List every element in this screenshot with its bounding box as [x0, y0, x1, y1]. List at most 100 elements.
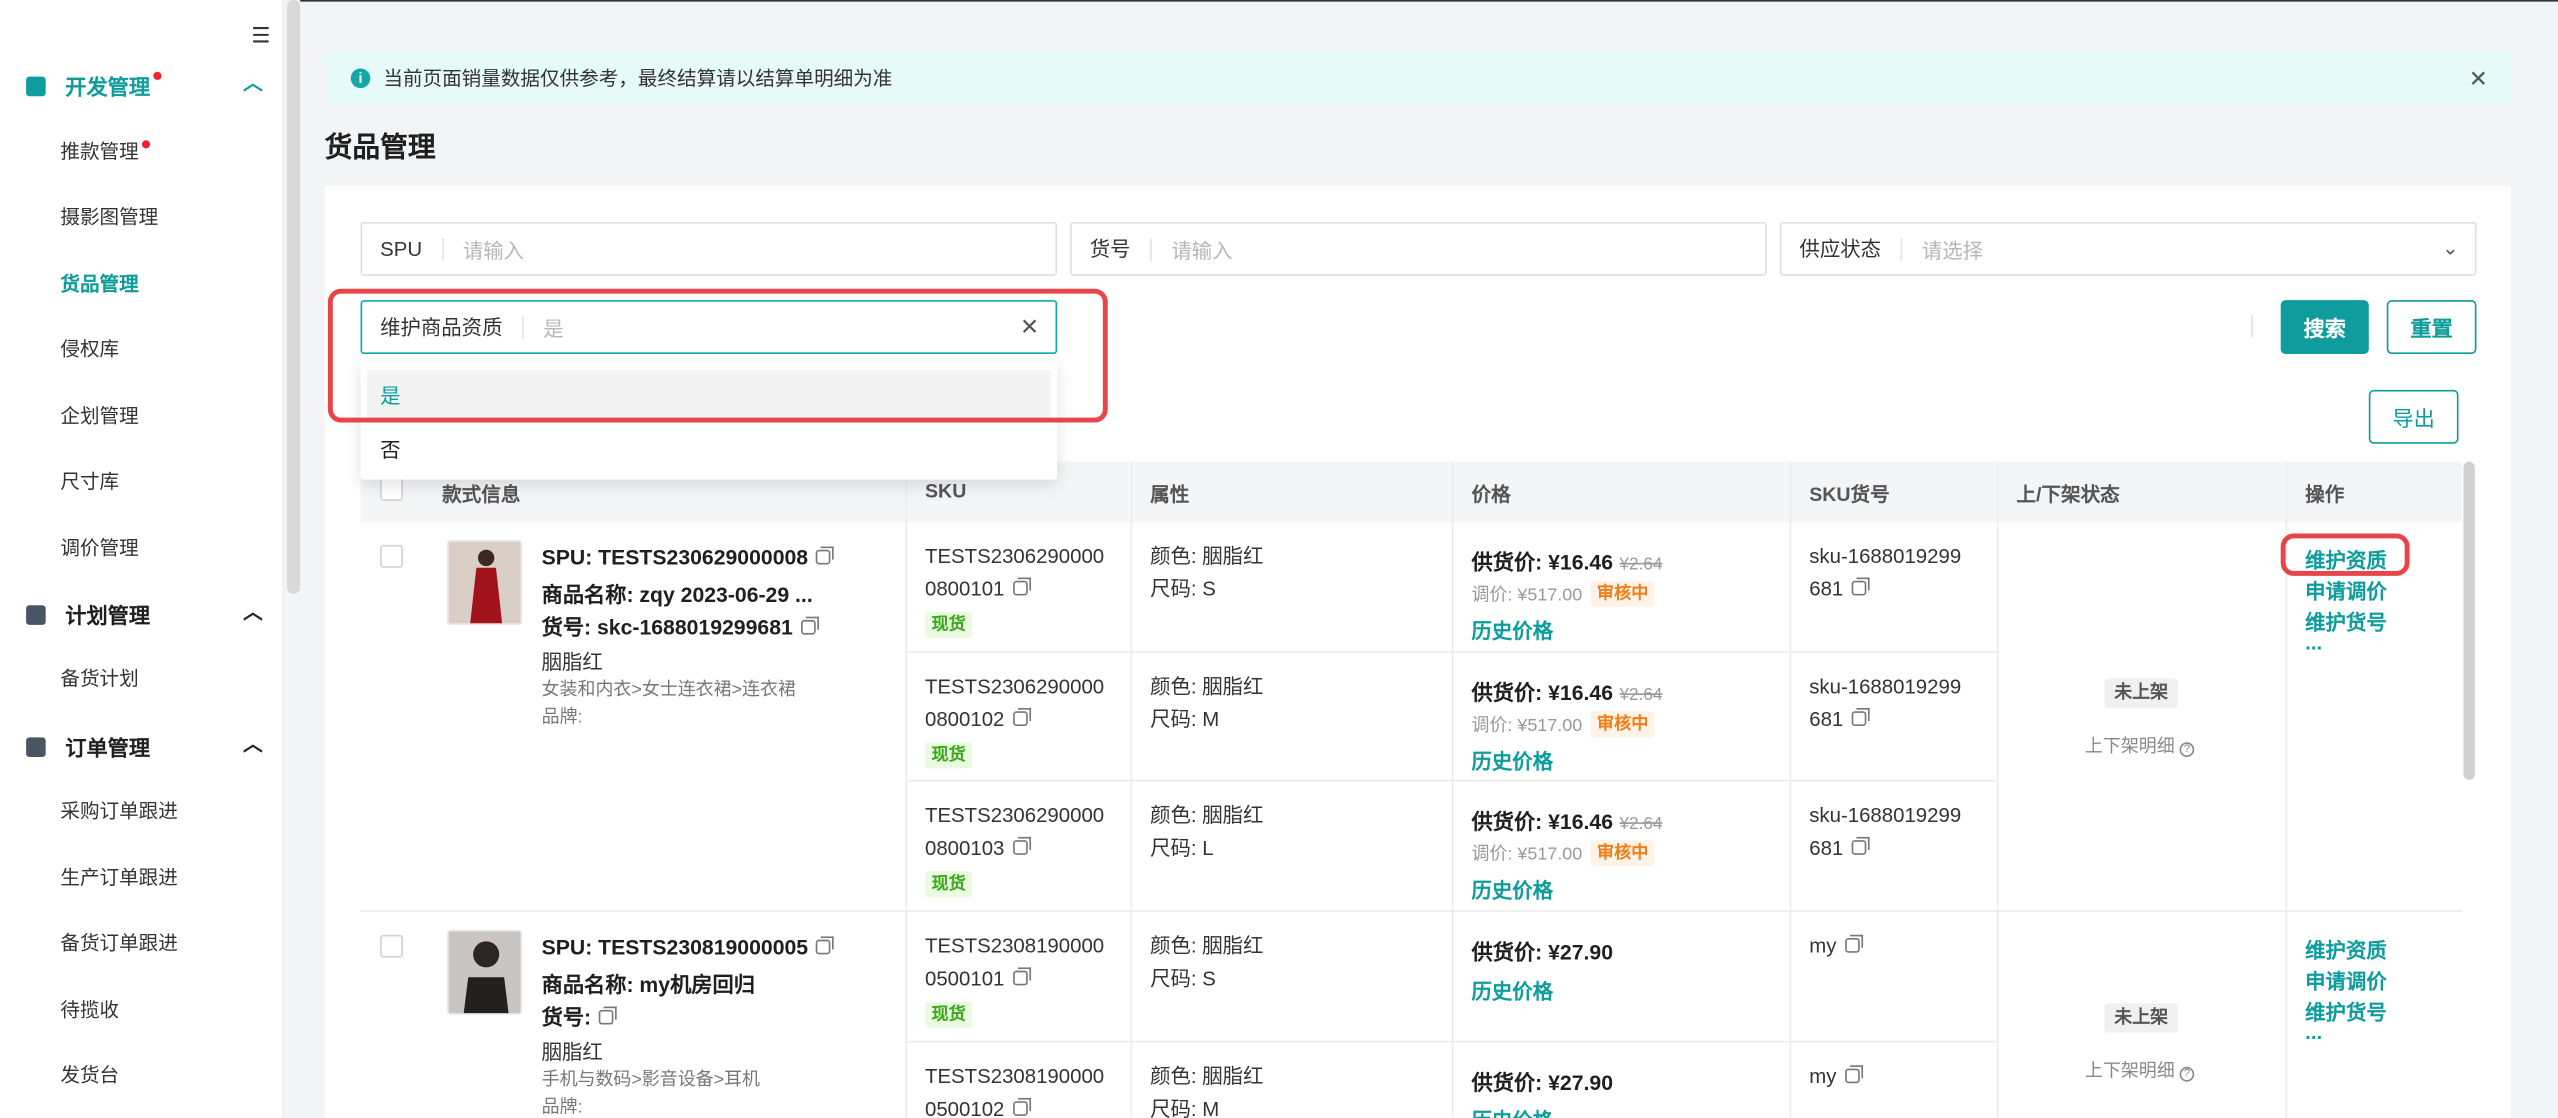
spu-code: SPU: TESTS230819000005 [542, 935, 835, 959]
attr-size: 尺码: S [1150, 967, 1216, 991]
sidebar-scrollbar[interactable] [287, 0, 301, 594]
reset-button[interactable]: 重置 [2386, 300, 2477, 355]
sidebar-group-dev[interactable]: 开发管理 ︿ [26, 70, 263, 101]
sku-number: my [1809, 930, 1863, 963]
sidebar-group-plan[interactable]: 计划管理 ︿ [26, 599, 263, 630]
copy-icon[interactable] [816, 546, 835, 565]
sku-code: TESTS2308190000 [925, 934, 1105, 958]
item-no-label: 货号 [1072, 237, 1152, 261]
copy-icon[interactable] [816, 936, 835, 955]
copy-icon[interactable] [1844, 934, 1863, 953]
product-category: 手机与数码>影音设备>耳机 [541, 1070, 761, 1090]
history-price-link[interactable]: 历史价格 [1472, 974, 1554, 1005]
row-divider [360, 910, 2462, 912]
sidebar-item-push[interactable]: 推款管理 [60, 137, 151, 165]
history-price-link[interactable]: 历史价格 [1472, 744, 1554, 775]
item-no-input[interactable]: 请输入 [1152, 233, 1232, 264]
sku-code-line2: 0800102 [925, 703, 1031, 736]
product-thumbnail[interactable] [447, 929, 523, 1015]
sidebar-group-label: 开发管理 [65, 75, 151, 100]
row-divider [905, 650, 1997, 653]
table-scrollbar[interactable] [2463, 461, 2475, 780]
review-badge: 审核中 [1590, 580, 1655, 607]
person-image [448, 931, 521, 1014]
col-divider [905, 461, 908, 1118]
copy-icon[interactable] [1012, 708, 1031, 726]
copy-icon[interactable] [1012, 577, 1031, 596]
spu-label: SPU [362, 237, 444, 261]
review-badge: 审核中 [1590, 711, 1655, 738]
divider [2251, 314, 2253, 338]
copy-icon[interactable] [1851, 577, 1870, 596]
sidebar-item-pickup[interactable]: 待揽收 [60, 995, 119, 1023]
chart-icon [26, 604, 46, 625]
collapse-menu-icon[interactable]: ☰ [251, 24, 274, 47]
copy-icon[interactable] [1851, 708, 1870, 726]
sidebar-item-goods[interactable]: 货品管理 [60, 269, 138, 297]
history-price-link[interactable]: 历史价格 [1472, 873, 1554, 904]
row-checkbox[interactable] [380, 544, 403, 568]
spu-field[interactable]: SPU 请输入 [360, 221, 1058, 276]
sku-number: sku-1688019299 [1809, 804, 1962, 828]
sidebar-item-planning[interactable]: 企划管理 [60, 401, 138, 429]
th-style-info: 款式信息 [442, 482, 521, 506]
sku-code: TESTS2308190000 [925, 1065, 1105, 1089]
th-sku: SKU [925, 479, 967, 503]
sidebar-item-shipping[interactable]: 发货台 [60, 1060, 119, 1088]
status-badge: 未上架 [2104, 1003, 2178, 1033]
spu-input[interactable]: 请输入 [443, 233, 524, 264]
sidebar-item-infringement[interactable]: 侵权库 [60, 334, 119, 362]
history-price-link[interactable]: 历史价格 [1472, 1103, 1554, 1118]
adjust-price: 调价: ¥517.00 审核中 [1472, 580, 1655, 607]
row-checkbox[interactable] [380, 934, 403, 958]
product-thumbnail[interactable] [447, 539, 523, 625]
item-number: 货号: [542, 1000, 618, 1031]
close-icon[interactable]: ✕ [2469, 65, 2488, 93]
supply-price: 供货价: ¥16.46 ¥2.64 [1471, 549, 1663, 575]
attr-size: 尺码: L [1150, 836, 1214, 860]
sidebar-item-stock-plan[interactable]: 备货计划 [60, 664, 138, 692]
apply-price-adjust-link[interactable]: 申请调价 [2305, 574, 2387, 605]
copy-icon[interactable] [599, 1006, 618, 1025]
adjust-price: 调价: ¥517.00 审核中 [1472, 840, 1655, 867]
supply-status-select[interactable]: 供应状态 请选择 ⌄ [1779, 221, 2477, 276]
sidebar-item-size[interactable]: 尺寸库 [60, 467, 119, 495]
sidebar-item-photo[interactable]: 摄影图管理 [60, 202, 158, 230]
item-number: 货号: skc-1688019299681 [542, 610, 819, 641]
copy-icon[interactable] [1851, 836, 1870, 855]
status-detail-link[interactable]: 上下架明细? [2085, 732, 2195, 758]
dropdown-option-no[interactable]: 否 [367, 424, 1051, 471]
apply-price-adjust-link[interactable]: 申请调价 [2305, 964, 2387, 995]
status-detail-link[interactable]: 上下架明细? [2085, 1057, 2195, 1083]
sidebar-item-price-adjust[interactable]: 调价管理 [60, 533, 138, 561]
copy-icon[interactable] [1012, 1097, 1031, 1116]
col-divider [1996, 461, 1999, 1118]
notice-banner: i 当前页面销量数据仅供参考，最终结算请以结算单明细为准 ✕ [324, 50, 2511, 105]
history-price-link[interactable]: 历史价格 [1472, 613, 1554, 644]
sku-number-line2: 681 [1809, 832, 1870, 865]
sidebar-item-stock-order[interactable]: 备货订单跟进 [60, 928, 177, 956]
sku-code-line2: 0800101 [925, 573, 1031, 606]
dress-image [448, 541, 521, 624]
copy-icon[interactable] [1844, 1065, 1863, 1084]
sidebar-item-production-order[interactable]: 生产订单跟进 [60, 863, 177, 891]
copy-icon[interactable] [1012, 836, 1031, 855]
copy-icon[interactable] [800, 616, 819, 635]
copy-icon[interactable] [1012, 967, 1031, 986]
maintain-qualification-link[interactable]: 维护资质 [2305, 933, 2387, 964]
attr-size: 尺码: M [1150, 1097, 1220, 1118]
stock-tag: 现货 [925, 1001, 973, 1028]
more-actions-icon[interactable]: ... [2305, 1021, 2322, 1044]
search-button[interactable]: 搜索 [2280, 300, 2369, 355]
notification-dot [141, 140, 151, 149]
supply-price: 供货价: ¥27.90 [1471, 939, 1613, 965]
sku-number-line2: 681 [1809, 703, 1870, 736]
item-no-field[interactable]: 货号 请输入 [1070, 221, 1767, 276]
col-divider [1789, 461, 1792, 1118]
supply-status-label: 供应状态 [1781, 237, 1903, 261]
sidebar-group-order[interactable]: 订单管理 ︿ [26, 731, 263, 762]
select-all-checkbox[interactable] [380, 478, 403, 501]
more-actions-icon[interactable]: ... [2305, 631, 2322, 654]
export-button[interactable]: 导出 [2368, 389, 2459, 444]
sidebar-item-purchase-order[interactable]: 采购订单跟进 [60, 796, 177, 824]
